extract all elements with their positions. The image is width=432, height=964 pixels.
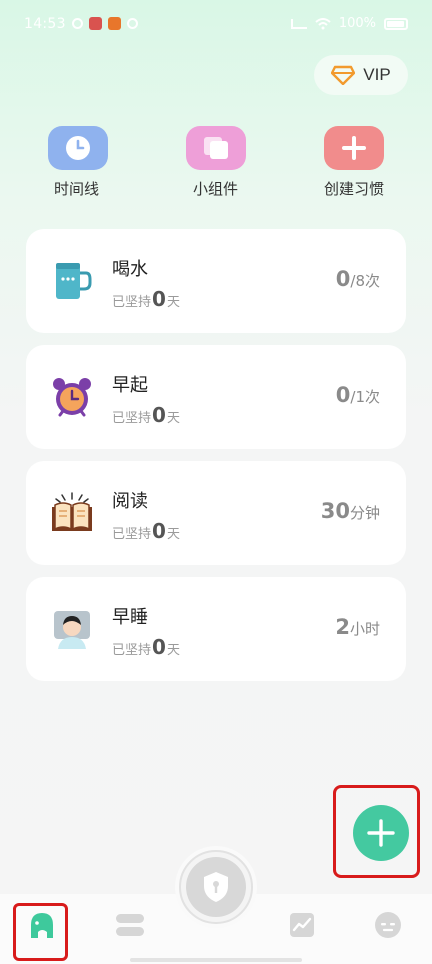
list-icon — [116, 914, 144, 936]
streak-suffix: 天 — [166, 295, 180, 310]
streak-prefix: 已坚持 — [112, 295, 152, 310]
focus-lock-button[interactable] — [179, 850, 253, 924]
nav-home-highlight-box — [13, 903, 68, 961]
habit-name: 喝水 — [112, 259, 148, 280]
app-notification-icon — [108, 17, 121, 30]
streak-suffix: 天 — [166, 643, 180, 658]
system-indicators: 100% — [290, 16, 408, 31]
sleeping-person-icon — [54, 611, 90, 649]
streak-prefix: 已坚持 — [112, 643, 152, 658]
diamond-icon — [331, 65, 356, 85]
habit-goal: 2 小时 — [335, 615, 380, 639]
habit-card-sleep-early[interactable]: 早睡 已坚持 0 天 2 小时 — [26, 577, 406, 681]
streak-days: 0 — [152, 635, 166, 659]
vip-button[interactable]: VIP — [314, 55, 408, 95]
plus-icon — [342, 136, 366, 160]
widget-icon — [204, 137, 228, 159]
battery-percent: 100% — [338, 16, 376, 31]
signal-icon — [290, 18, 307, 29]
widget-label: 小组件 — [193, 180, 239, 198]
habit-streak: 已坚持 0 天 — [112, 519, 180, 543]
notification-icons — [72, 17, 138, 30]
chart-icon — [290, 913, 314, 937]
battery-icon — [384, 17, 408, 30]
widget-button[interactable] — [186, 126, 246, 170]
app-notification-icon — [89, 17, 102, 30]
add-habit-fab[interactable] — [353, 805, 409, 861]
habit-card-wake-early[interactable]: 早起 已坚持 0 天 0 /1次 — [26, 345, 406, 449]
streak-prefix: 已坚持 — [112, 527, 152, 542]
nav-list[interactable] — [115, 910, 145, 940]
focus-lock-inner — [186, 857, 246, 917]
timeline-button[interactable] — [48, 126, 108, 170]
habit-streak: 已坚持 0 天 — [112, 403, 180, 427]
habit-name: 阅读 — [112, 491, 148, 512]
sync-icon — [127, 18, 138, 29]
timeline-label: 时间线 — [54, 180, 100, 198]
alarm-clock-icon — [53, 378, 91, 417]
habit-name: 早起 — [112, 375, 148, 396]
cup-icon — [56, 263, 92, 299]
habit-streak: 已坚持 0 天 — [112, 287, 180, 311]
shield-lock-icon — [204, 872, 228, 902]
nav-stats[interactable] — [287, 910, 317, 940]
streak-suffix: 天 — [166, 411, 180, 426]
nav-profile[interactable] — [373, 910, 403, 940]
habit-card-water[interactable]: 喝水 已坚持 0 天 0 /8次 — [26, 229, 406, 333]
streak-suffix: 天 — [166, 527, 180, 542]
habit-card-reading[interactable]: 阅读 已坚持 0 天 30 分钟 — [26, 461, 406, 565]
habit-goal: 0 /1次 — [336, 383, 380, 407]
notification-icon — [72, 18, 83, 29]
book-icon — [52, 492, 92, 531]
status-time: 14:53 — [24, 16, 66, 32]
habit-name: 早睡 — [112, 607, 148, 628]
goal-unit: /1次 — [350, 388, 380, 406]
streak-days: 0 — [152, 519, 166, 543]
vip-label: VIP — [363, 65, 391, 84]
goal-value: 0 — [335, 267, 351, 291]
habit-goal: 30 分钟 — [321, 499, 380, 523]
home-indicator — [130, 958, 302, 962]
goal-unit: 分钟 — [349, 504, 380, 522]
streak-days: 0 — [152, 287, 166, 311]
create-habit-label: 创建习惯 — [324, 180, 385, 198]
goal-value: 2 — [335, 615, 350, 639]
goal-unit: /8次 — [350, 272, 380, 290]
goal-value: 0 — [335, 383, 351, 407]
face-icon — [375, 912, 401, 938]
streak-prefix: 已坚持 — [112, 411, 152, 426]
habit-goal: 0 /8次 — [336, 267, 380, 291]
goal-unit: 小时 — [349, 620, 380, 638]
wifi-icon — [315, 17, 331, 29]
create-habit-button[interactable] — [324, 126, 384, 170]
habit-streak: 已坚持 0 天 — [112, 635, 180, 659]
streak-days: 0 — [152, 403, 166, 427]
status-bar: 14:53 100% — [0, 0, 432, 50]
clock-icon — [66, 136, 90, 160]
plus-icon — [367, 819, 395, 847]
goal-value: 30 — [320, 499, 350, 523]
